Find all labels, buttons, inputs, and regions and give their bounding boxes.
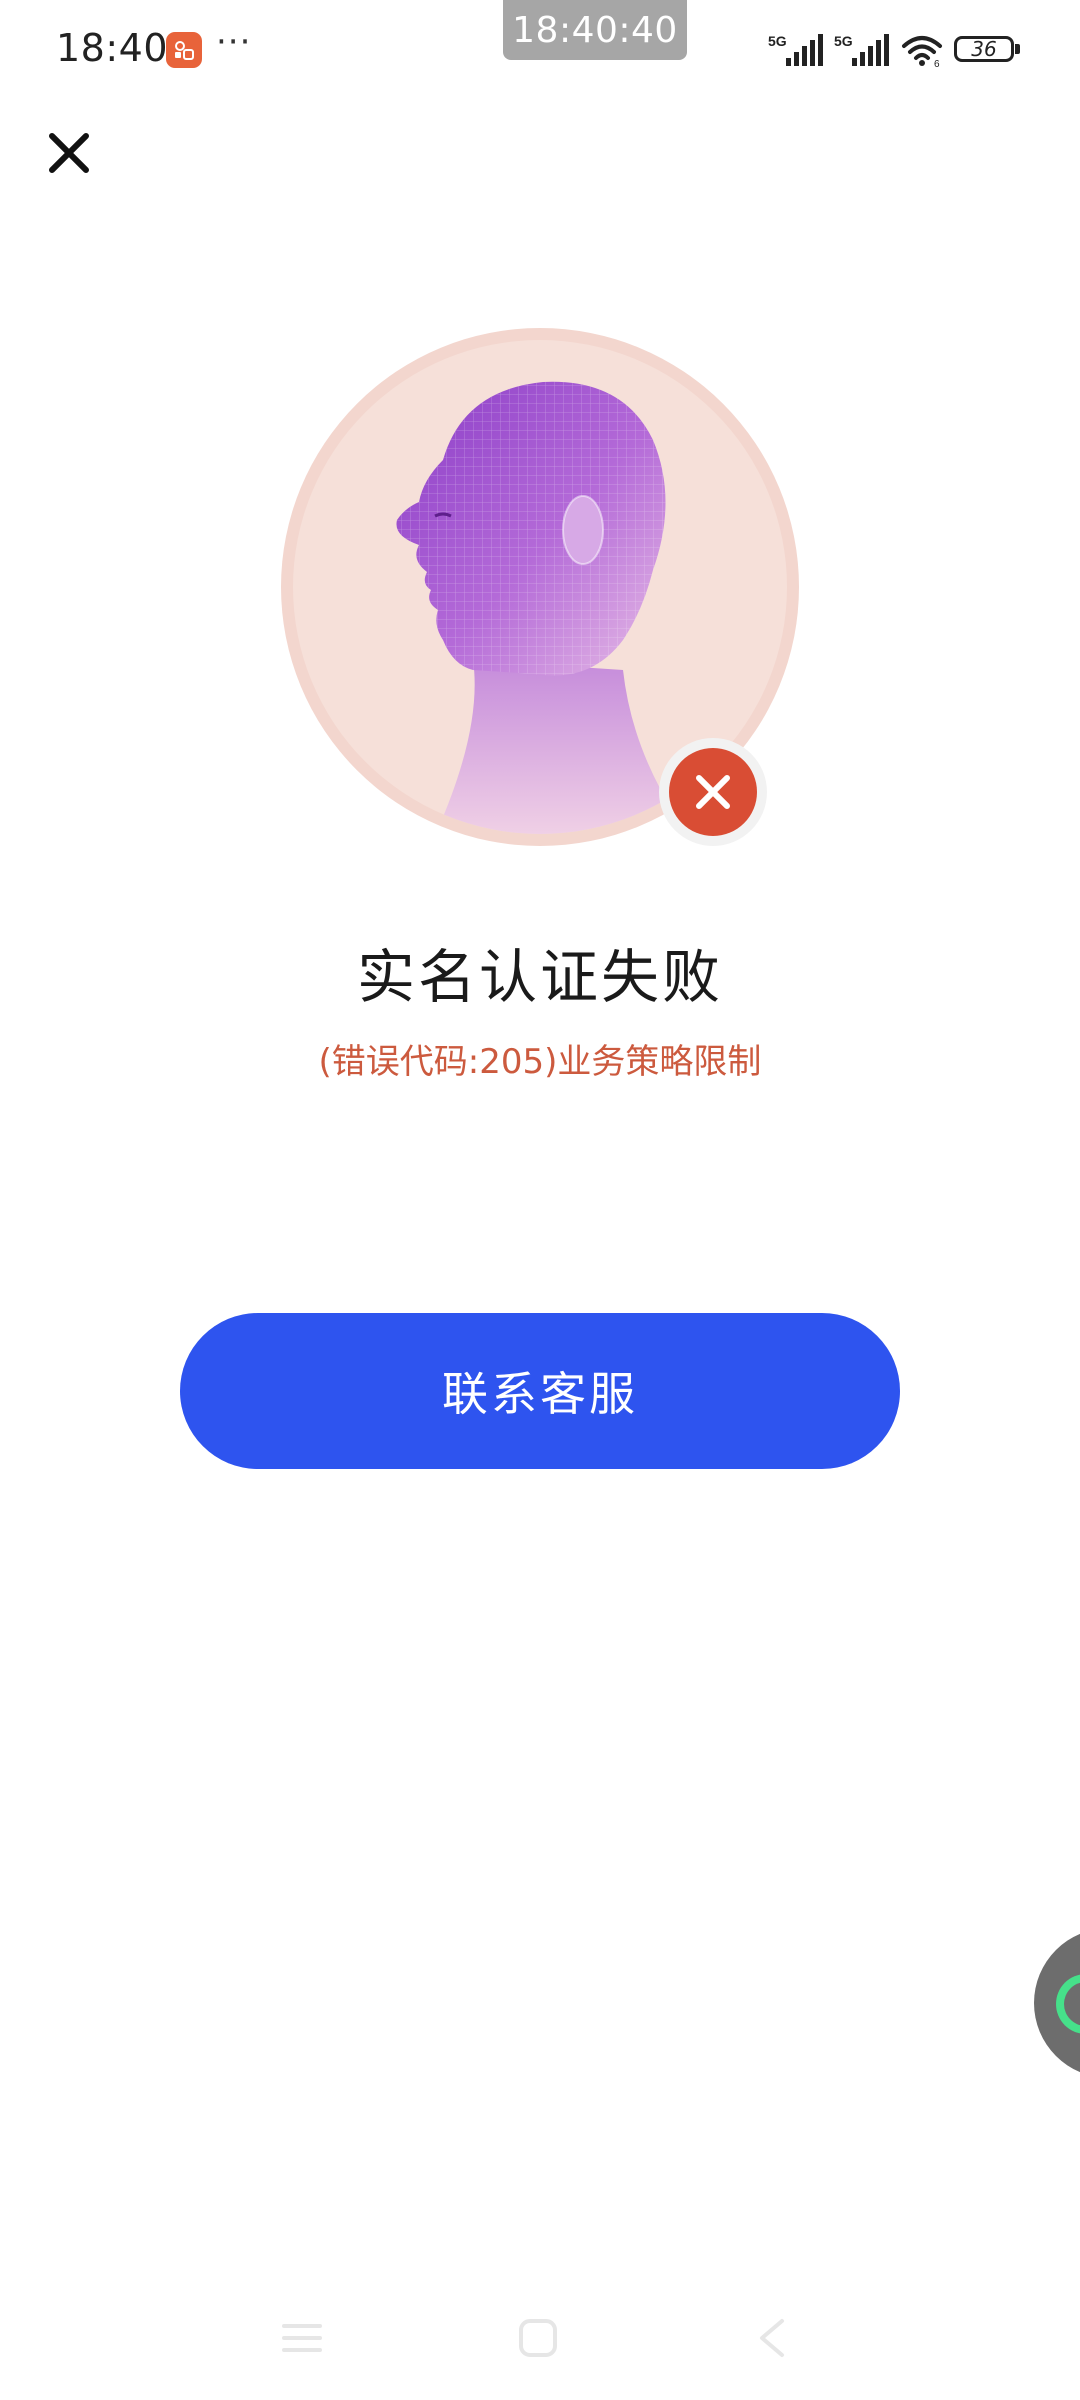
menu-icon[interactable]	[282, 2318, 322, 2358]
signal-5g-icon: 5G	[768, 33, 823, 66]
assistant-icon	[1056, 1974, 1080, 2034]
back-icon[interactable]	[752, 2318, 792, 2358]
battery-level: 36	[971, 37, 997, 61]
home-icon[interactable]	[518, 2318, 558, 2358]
signal-5g-icon: 5G	[834, 33, 889, 66]
floating-assistant-widget[interactable]	[1034, 1928, 1080, 2078]
close-button[interactable]	[42, 126, 96, 180]
verification-result-screen: 18:40 ··· 18:40:40 5G 5G 6 36 实名认证失败 (错误…	[0, 0, 1080, 2400]
result-title: 实名认证失败	[356, 943, 723, 1011]
error-badge	[659, 738, 767, 846]
error-x-icon	[696, 775, 730, 809]
system-status-icons: 5G 5G 6 36	[768, 30, 1022, 70]
more-notifications-icon: ···	[216, 22, 252, 62]
wifi-icon: 6	[902, 36, 942, 68]
svg-text:5G: 5G	[834, 33, 853, 49]
close-icon	[49, 133, 89, 173]
app-notification-icon	[166, 32, 202, 68]
face-verification-avatar	[281, 328, 799, 846]
svg-text:5G: 5G	[768, 33, 787, 49]
contact-support-button[interactable]: 联系客服	[180, 1313, 900, 1469]
status-time: 18:40	[56, 26, 169, 70]
battery-icon: 36	[954, 34, 1022, 66]
svg-text:6: 6	[934, 59, 940, 68]
error-message: (错误代码:205)业务策略限制	[318, 1042, 762, 1082]
screen-clock-overlay: 18:40:40	[503, 0, 687, 60]
